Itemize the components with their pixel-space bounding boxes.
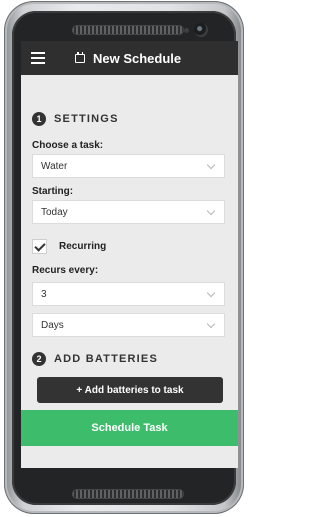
add-batteries-button[interactable]: + Add batteries to task — [37, 377, 223, 403]
calendar-icon — [75, 51, 85, 63]
recurs-every-label: Recurs every: — [32, 265, 99, 276]
chevron-down-icon — [206, 206, 216, 216]
task-select[interactable]: Water — [32, 154, 225, 178]
bottom-speaker — [72, 489, 184, 499]
batteries-section-header: 2 ADD BATTERIES — [32, 352, 158, 366]
starting-label: Starting: — [32, 186, 74, 197]
recurs-unit-select[interactable]: Days — [32, 313, 225, 337]
step-number-badge: 1 — [32, 112, 46, 126]
chevron-down-icon — [206, 319, 216, 329]
earpiece-speaker — [72, 25, 184, 35]
app-header: New Schedule — [21, 41, 238, 75]
starting-select-value: Today — [41, 207, 68, 218]
task-label: Choose a task: — [32, 140, 104, 151]
recurring-checkbox[interactable] — [32, 239, 47, 254]
header-title-group: New Schedule — [75, 50, 181, 66]
recurs-unit-value: Days — [41, 320, 64, 331]
batteries-section-title: ADD BATTERIES — [54, 353, 159, 365]
task-select-value: Water — [41, 161, 68, 172]
settings-section-title: SETTINGS — [54, 113, 119, 125]
checkmark-icon — [34, 240, 46, 252]
settings-section-header: 1 SETTINGS — [32, 112, 119, 126]
proximity-sensor — [184, 28, 189, 33]
page-title: New Schedule — [93, 50, 182, 66]
chevron-down-icon — [206, 288, 216, 298]
step-number-badge: 2 — [32, 352, 46, 366]
schedule-task-button[interactable]: Schedule Task — [21, 410, 238, 446]
recurs-count-select[interactable]: 3 — [32, 282, 225, 306]
chevron-down-icon — [206, 160, 216, 170]
hamburger-menu-icon[interactable] — [31, 52, 45, 64]
recurs-count-value: 3 — [41, 289, 47, 300]
app-screen: New Schedule 1 SETTINGS Choose a task: W… — [21, 41, 238, 468]
recurring-label: Recurring — [59, 241, 107, 252]
front-camera-icon — [194, 23, 208, 37]
starting-select[interactable]: Today — [32, 200, 225, 224]
